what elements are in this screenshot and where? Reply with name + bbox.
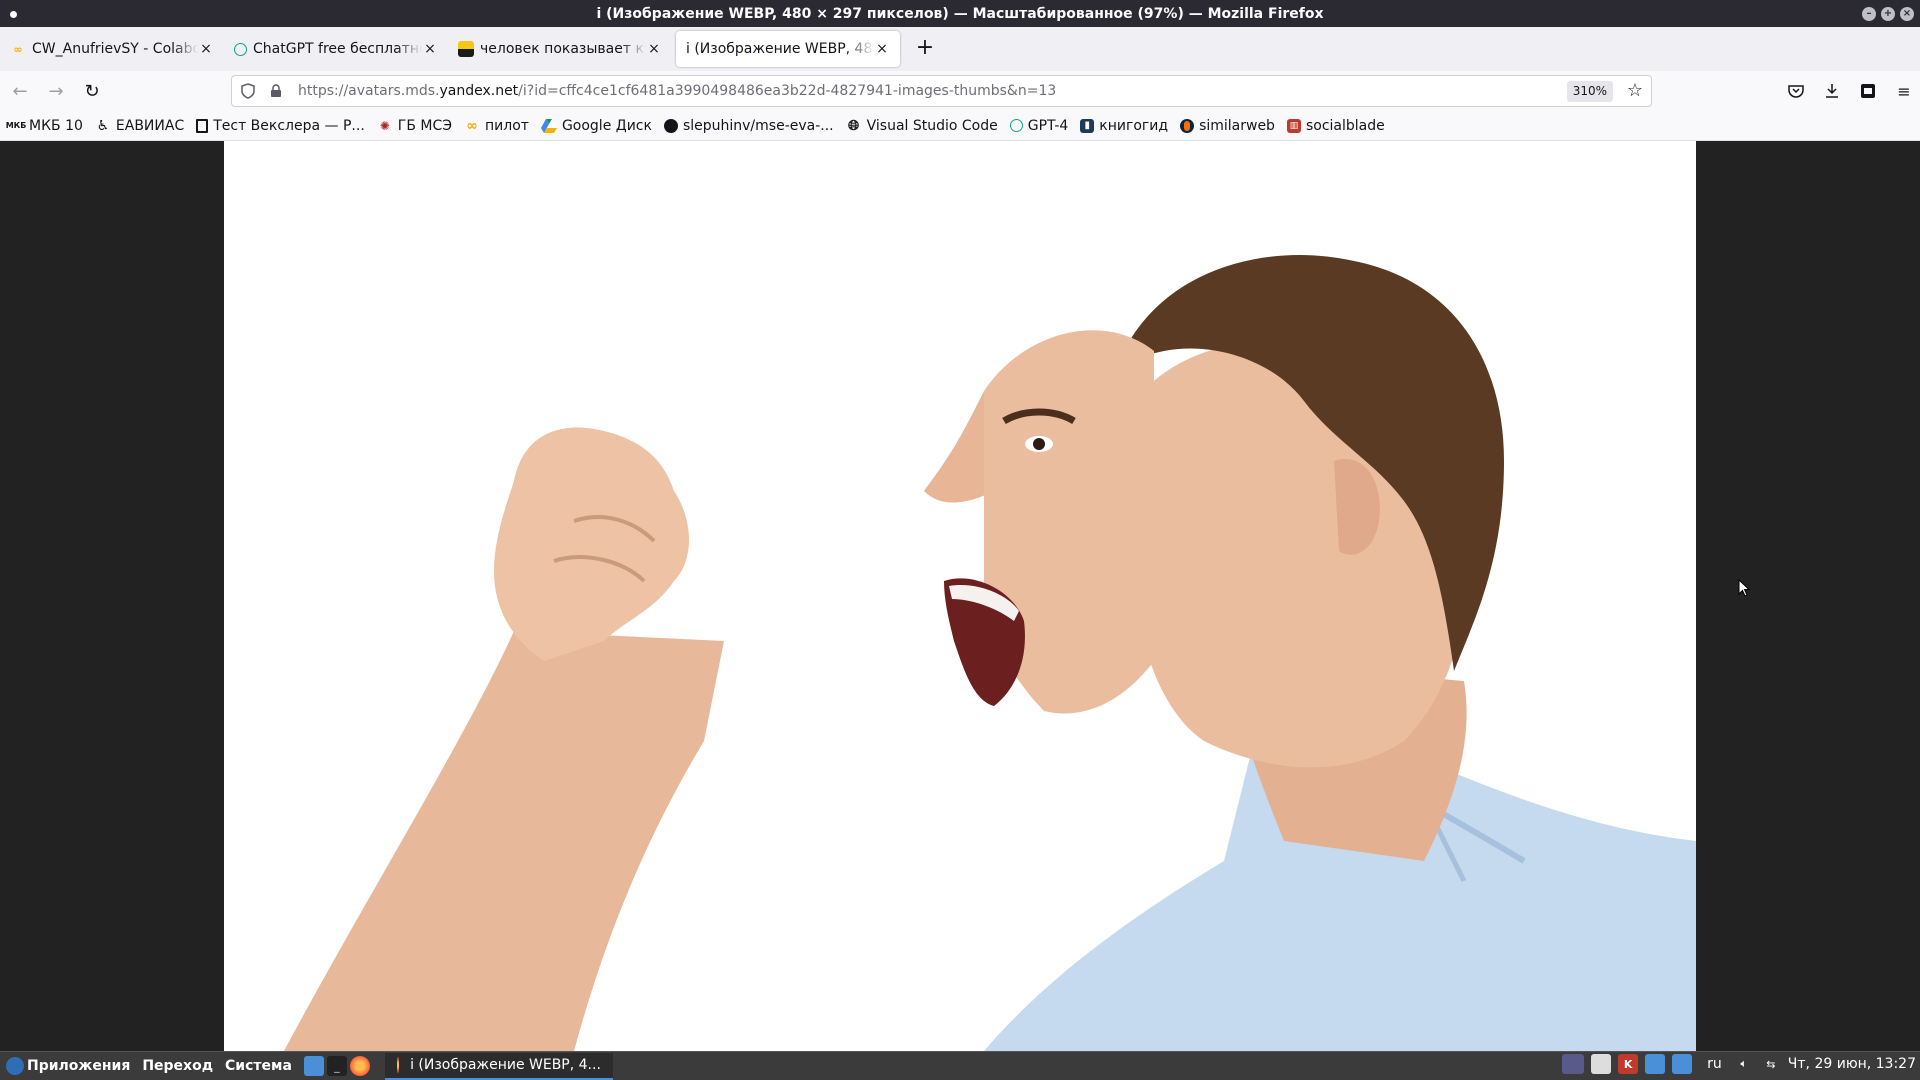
- similarweb-icon: [1180, 118, 1195, 133]
- kaspersky-icon[interactable]: K: [1618, 1054, 1639, 1074]
- taskbar-window-firefox[interactable]: i (Изображение WEBP, 4...: [384, 1052, 613, 1080]
- minimize-icon[interactable]: –: [1862, 7, 1876, 21]
- bookmark-mkb10[interactable]: МКБ МКБ 10: [5, 118, 83, 134]
- mkb-icon: МКБ: [5, 121, 27, 130]
- back-button[interactable]: ←: [4, 75, 36, 107]
- image-icon: [458, 41, 474, 57]
- globe-icon: 🌐︎: [848, 117, 860, 134]
- taskbar-window-label: i (Изображение WEBP, 4...: [410, 1057, 601, 1073]
- bookmark-pilot[interactable]: ∞ пилот: [464, 118, 529, 134]
- window-titlebar: i (Изображение WEBP, 480 × 297 пикселов)…: [0, 0, 1920, 27]
- bookmark-socialblade[interactable]: ▥ socialblade: [1286, 118, 1385, 134]
- workspace-switcher-icon[interactable]: [1562, 1054, 1585, 1074]
- tab-label: человек показывает кул: [480, 41, 646, 57]
- bookmark-google-drive[interactable]: Google Диск: [540, 118, 652, 134]
- bookmarks-toolbar: МКБ МКБ 10 ♿ ЕАВИИАС Тест Векслера — Р... …: [0, 111, 1920, 141]
- volume-icon[interactable]: 🔈︎: [1734, 1054, 1754, 1074]
- colab-icon: ∞: [466, 117, 478, 134]
- close-window-icon[interactable]: ×: [1900, 7, 1914, 21]
- pocket-icon[interactable]: [1780, 75, 1812, 107]
- extensions-icon[interactable]: [1852, 75, 1884, 107]
- close-tab-icon[interactable]: ×: [422, 41, 438, 57]
- reload-button[interactable]: ↻: [76, 75, 108, 107]
- file-manager-icon[interactable]: [303, 1056, 324, 1076]
- maximize-icon[interactable]: +: [1881, 7, 1895, 21]
- tab-strip: ∞ CW_AnufrievSY - Colabora × ChatGPT fre…: [0, 27, 1920, 71]
- google-drive-icon: [540, 118, 557, 134]
- window-controls: – + ×: [1862, 7, 1914, 21]
- lock-icon[interactable]: [264, 81, 288, 101]
- bookmark-knigogid[interactable]: ▮ книгогид: [1080, 118, 1168, 134]
- printer-icon[interactable]: [1591, 1054, 1612, 1074]
- close-tab-icon[interactable]: ×: [874, 41, 890, 57]
- firefox-icon[interactable]: [349, 1056, 370, 1076]
- url-text[interactable]: https://avatars.mds.yandex.net/i?id=cffc…: [298, 83, 1056, 99]
- tab-label: CW_AnufrievSY - Colabora: [32, 41, 198, 57]
- emblem-icon: ✺: [379, 118, 390, 133]
- github-icon: [663, 118, 678, 133]
- tab-label: i (Изображение WEBP, 480: [686, 41, 874, 57]
- firefox-icon: [396, 1057, 400, 1073]
- bookmark-eaviias[interactable]: ♿ ЕАВИИАС: [95, 117, 185, 134]
- network-icon[interactable]: ⇆: [1761, 1054, 1781, 1074]
- tab-label: ChatGPT free бесплатно: [253, 41, 422, 57]
- accessibility-icon: ♿: [96, 117, 110, 134]
- downloads-icon[interactable]: [1816, 75, 1848, 107]
- navigation-bar: ← → ↻ https://avatars.mds.yandex.net/i?i…: [0, 71, 1920, 111]
- terminal-icon[interactable]: _: [326, 1056, 347, 1076]
- document-icon: [196, 118, 209, 133]
- toolbar-right: ≡: [1780, 75, 1920, 107]
- bookmark-gb-mse[interactable]: ✺ ГБ МСЭ: [377, 118, 452, 134]
- window-menu-dot-icon[interactable]: [10, 11, 17, 18]
- socialblade-icon: ▥: [1286, 118, 1301, 133]
- system-logo-icon[interactable]: [6, 1057, 24, 1075]
- system-taskbar: Приложения Переход Система _ i (Изображе…: [0, 1051, 1920, 1080]
- menu-go[interactable]: Переход: [142, 1058, 213, 1074]
- system-tray: K ru 🔈︎ ⇆ Чт, 29 июн, 13:27: [1562, 1054, 1916, 1074]
- book-icon: ▮: [1080, 118, 1095, 133]
- close-tab-icon[interactable]: ×: [198, 41, 214, 57]
- bookmark-similarweb[interactable]: similarweb: [1180, 118, 1275, 134]
- menu-system[interactable]: Система: [225, 1058, 292, 1074]
- tab-chatgpt[interactable]: ChatGPT free бесплатно ×: [224, 31, 448, 67]
- zoom-indicator[interactable]: 310%: [1566, 81, 1613, 102]
- tab-current-image[interactable]: i (Изображение WEBP, 480 ×: [676, 31, 900, 67]
- bookmark-gpt4[interactable]: GPT-4: [1009, 118, 1068, 134]
- shield-icon[interactable]: [236, 81, 260, 101]
- tab-colab[interactable]: ∞ CW_AnufrievSY - Colabora ×: [0, 31, 224, 67]
- chatgpt-icon: [1009, 119, 1023, 132]
- colab-icon: ∞: [13, 42, 23, 56]
- bookmark-wechsler[interactable]: Тест Векслера — Р...: [196, 118, 365, 134]
- close-tab-icon[interactable]: ×: [646, 41, 662, 57]
- bookmark-vscode[interactable]: 🌐︎ Visual Studio Code: [846, 118, 998, 134]
- bookmark-star-icon[interactable]: ☆: [1627, 81, 1643, 101]
- menu-applications[interactable]: Приложения: [27, 1058, 130, 1074]
- new-tab-button[interactable]: +: [910, 34, 940, 64]
- keyboard-layout-indicator[interactable]: ru: [1707, 1056, 1722, 1072]
- bookmark-github[interactable]: slepuhinv/mse-eva-...: [663, 118, 834, 134]
- page-content: [0, 141, 1920, 1051]
- forward-button[interactable]: →: [40, 75, 72, 107]
- displayed-image[interactable]: [224, 141, 1696, 1051]
- url-bar[interactable]: https://avatars.mds.yandex.net/i?id=cffc…: [231, 75, 1652, 107]
- window-title: i (Изображение WEBP, 480 × 297 пикселов)…: [596, 5, 1324, 22]
- app-menu-icon[interactable]: ≡: [1888, 75, 1920, 107]
- user-status-icon-2[interactable]: [1672, 1054, 1693, 1074]
- mouse-cursor-icon: [1738, 578, 1751, 601]
- clock[interactable]: Чт, 29 июн, 13:27: [1788, 1056, 1916, 1072]
- chatgpt-icon: [234, 42, 247, 56]
- user-status-icon[interactable]: [1645, 1054, 1666, 1074]
- tab-image-search[interactable]: человек показывает кул ×: [448, 31, 672, 67]
